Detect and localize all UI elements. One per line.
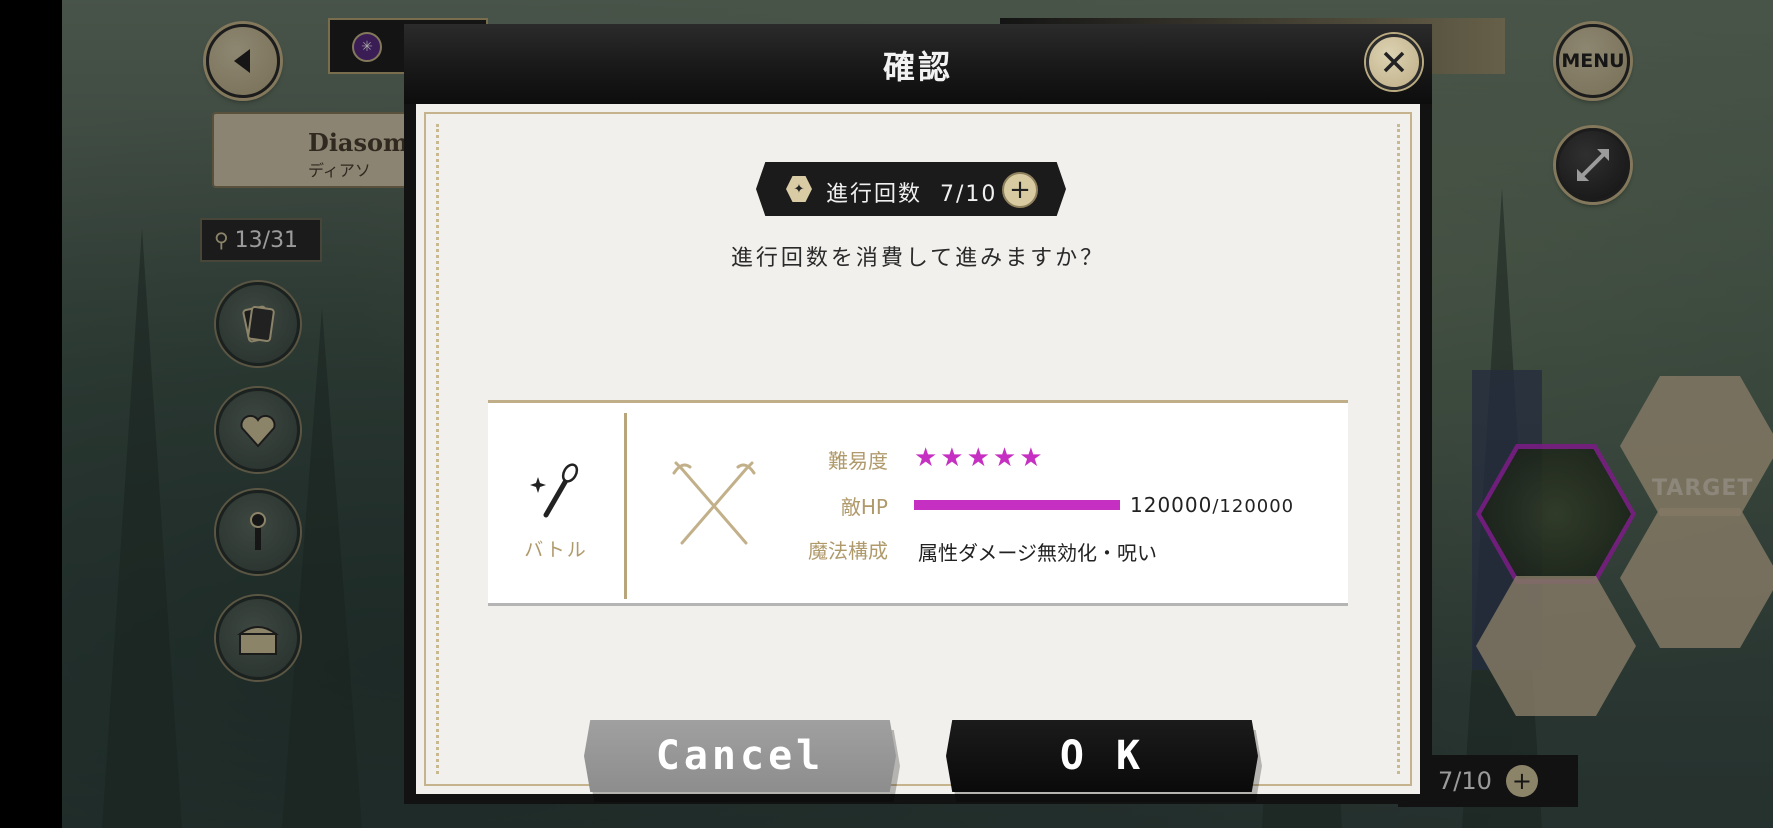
dialog-title: 確認 — [882, 48, 953, 86]
progress-count-pill: ✦ 進行回数 7/10 + — [756, 162, 1066, 216]
close-icon — [1383, 51, 1405, 73]
dialog-body: ✦ 進行回数 7/10 + 進行回数を消費して進みますか？ バトル 難易度 ★★… — [416, 104, 1420, 802]
cancel-button[interactable]: Cancel — [584, 720, 896, 792]
close-button[interactable] — [1366, 34, 1422, 90]
battle-type-label: バトル — [524, 539, 588, 561]
info-divider — [624, 413, 627, 599]
enemy-hp-current: 120000 — [1130, 493, 1213, 517]
enemy-hp-value: 120000/120000 — [1130, 493, 1294, 517]
dialog-header: 確認 — [404, 24, 1432, 104]
plus-icon: + — [1009, 175, 1031, 205]
difficulty-stars: ★★★★★ — [914, 443, 1046, 473]
hex-token-icon: ✦ — [786, 176, 812, 202]
enemy-hp-max: /120000 — [1212, 496, 1295, 517]
confirm-dialog: 確認 ✦ 進行回数 7/10 + 進行回数を消費して進みますか？ バトル 難易度… — [404, 24, 1432, 804]
confirm-question: 進行回数を消費して進みますか？ — [730, 246, 1106, 271]
enemy-hp-label: 敵HP — [840, 495, 888, 519]
magic-composition-value: 属性ダメージ無効化・呪い — [918, 541, 1157, 565]
difficulty-label: 難易度 — [828, 449, 888, 473]
progress-value: 7/10 — [940, 182, 998, 207]
add-progress-count-button[interactable]: + — [1002, 172, 1038, 208]
crossed-tridents-icon — [672, 461, 756, 545]
ok-button[interactable]: O K — [946, 720, 1258, 792]
magic-composition-label: 魔法構成 — [808, 539, 888, 563]
battle-info-panel: バトル 難易度 ★★★★★ 敵HP 120000/120000 魔法構成 属性ダ… — [488, 400, 1348, 606]
enemy-hp-bar — [914, 500, 1120, 510]
wand-battle-icon — [530, 463, 579, 518]
progress-label: 進行回数 — [826, 182, 923, 207]
